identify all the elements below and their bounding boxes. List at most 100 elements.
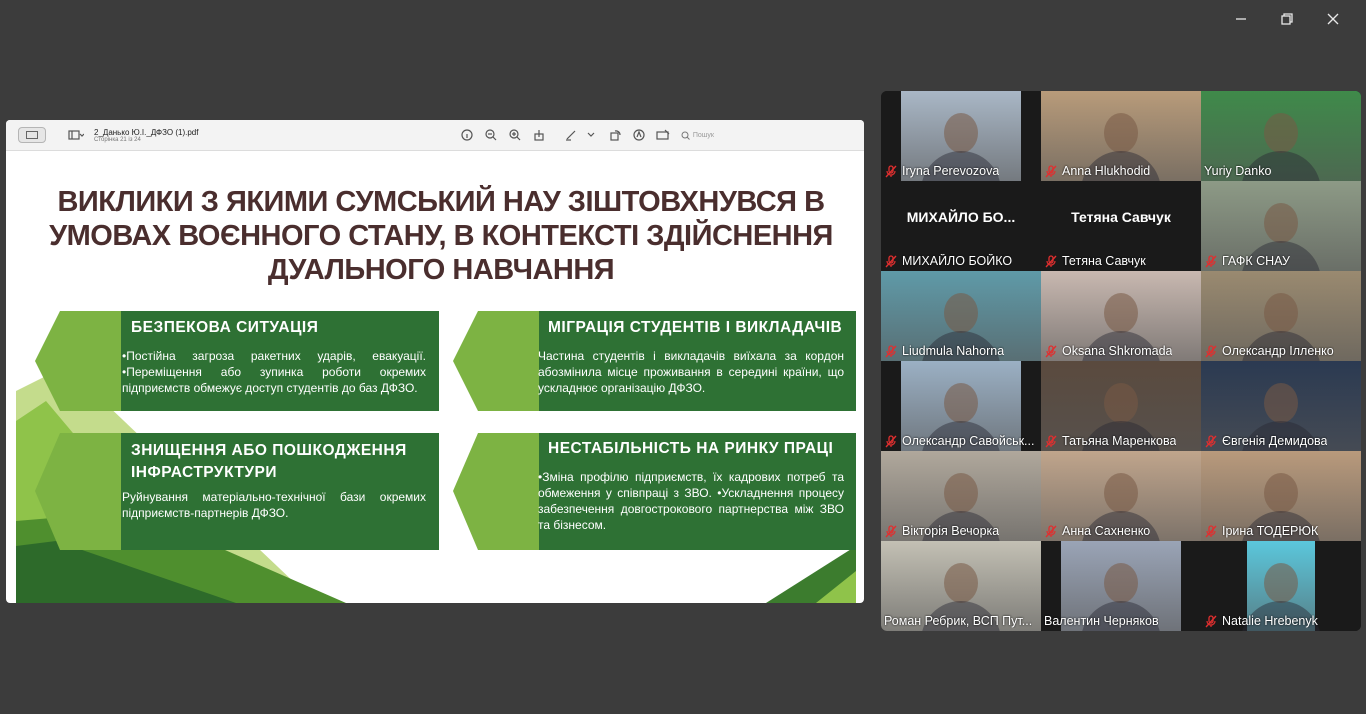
muted-mic-icon bbox=[1204, 614, 1218, 628]
participant-label: Роман Ребрик, ВСП Пут... bbox=[884, 613, 1038, 629]
markup-pen-icon[interactable] bbox=[561, 125, 581, 145]
challenge-card-text: Руйнування матеріально-технічної бази ок… bbox=[122, 490, 426, 520]
participant-label: Natalie Hrebenyk bbox=[1204, 613, 1358, 629]
participant-label: Oksana Shkromada bbox=[1044, 343, 1198, 359]
participant-tile[interactable]: ГАФК СНАУ bbox=[1201, 181, 1361, 271]
participant-tile[interactable]: Роман Ребрик, ВСП Пут... bbox=[881, 541, 1041, 631]
presentation-slide: ВИКЛИКИ З ЯКИМИ СУМСЬКИЙ НАУ ЗІШТОВХНУВС… bbox=[16, 151, 856, 603]
participant-name: Liudmula Nahorna bbox=[902, 344, 1005, 358]
participant-tile[interactable]: Ірина ТОДЕРЮК bbox=[1201, 451, 1361, 541]
participant-label: Iryna Perevozova bbox=[884, 163, 1038, 179]
participant-label: МИХАЙЛО БОЙКО bbox=[884, 253, 1038, 269]
search-field[interactable]: Пошук bbox=[681, 131, 714, 140]
participant-tile[interactable]: Anna Hlukhodid bbox=[1041, 91, 1201, 181]
participant-name: Iryna Perevozova bbox=[902, 164, 1000, 178]
close-button[interactable] bbox=[1310, 8, 1356, 30]
pdf-toolbar: 2_Данько Ю.І._ДФЗО (1).pdf Сторінка 21 і… bbox=[6, 120, 864, 151]
search-icon bbox=[681, 131, 690, 140]
participant-label: Анна Сахненко bbox=[1044, 523, 1198, 539]
participant-name: Роман Ребрик, ВСП Пут... bbox=[884, 614, 1033, 628]
participant-name: Анна Сахненко bbox=[1062, 524, 1151, 538]
person-silhouette bbox=[1104, 293, 1138, 333]
challenge-card-title: БЕЗПЕКОВА СИТУАЦІЯ bbox=[131, 319, 319, 336]
challenge-card-title: НЕСТАБІЛЬНІСТЬ НА РИНКУ ПРАЦІ bbox=[548, 440, 834, 457]
slide-title-line: ДУАЛЬНОГО НАВЧАННЯ bbox=[267, 254, 615, 286]
rotate-icon[interactable] bbox=[605, 125, 625, 145]
participant-tile[interactable]: Татьяна Маренкова bbox=[1041, 361, 1201, 451]
muted-mic-icon bbox=[1204, 524, 1218, 538]
participant-name: ГАФК СНАУ bbox=[1222, 254, 1290, 268]
slide-title-line: УМОВАХ ВОЄННОГО СТАНУ, В КОНТЕКСТІ ЗДІЙС… bbox=[49, 220, 833, 252]
participant-label: Валентин Черняков bbox=[1044, 613, 1198, 629]
minimize-button[interactable] bbox=[1218, 8, 1264, 30]
zoom-out-icon[interactable] bbox=[481, 125, 501, 145]
view-menu-icon[interactable] bbox=[66, 125, 86, 145]
participant-name: Олександр Ілленко bbox=[1222, 344, 1334, 358]
hexagon-icon bbox=[453, 433, 539, 550]
participant-name: Валентин Черняков bbox=[1044, 614, 1159, 628]
document-title: 2_Данько Ю.І._ДФЗО (1).pdf Сторінка 21 і… bbox=[86, 128, 198, 143]
zoom-in-icon[interactable] bbox=[505, 125, 525, 145]
participant-label: Тетяна Савчук bbox=[1044, 253, 1198, 269]
participant-tile[interactable]: Natalie Hrebenyk bbox=[1201, 541, 1361, 631]
sidebar-toggle-button[interactable] bbox=[18, 127, 46, 143]
participant-label: Yuriy Danko bbox=[1204, 163, 1358, 179]
participant-name: Natalie Hrebenyk bbox=[1222, 614, 1318, 628]
challenge-card-title: ЗНИЩЕННЯ АБО ПОШКОДЖЕННЯ ІНФРАСТРУКТУРИ bbox=[131, 442, 407, 481]
hexagon-icon bbox=[35, 433, 121, 550]
muted-mic-icon bbox=[1204, 254, 1218, 268]
annotate-icon[interactable] bbox=[629, 125, 649, 145]
participant-tile[interactable]: Валентин Черняков bbox=[1041, 541, 1201, 631]
participant-tile[interactable]: Oksana Shkromada bbox=[1041, 271, 1201, 361]
participant-tile[interactable]: Олександр Ілленко bbox=[1201, 271, 1361, 361]
person-silhouette bbox=[1264, 203, 1298, 243]
participant-label: Євгенія Демидова bbox=[1204, 433, 1358, 449]
participant-label: ГАФК СНАУ bbox=[1204, 253, 1358, 269]
participant-tile[interactable]: Олександр Савойськ... bbox=[881, 361, 1041, 451]
muted-mic-icon bbox=[1044, 524, 1058, 538]
muted-mic-icon bbox=[1044, 254, 1058, 268]
hexagon-icon bbox=[453, 311, 539, 411]
participant-label: Олександр Савойськ... bbox=[884, 433, 1038, 449]
participant-name: Yuriy Danko bbox=[1204, 164, 1272, 178]
person-silhouette bbox=[1264, 293, 1298, 333]
slide-title: ВИКЛИКИ З ЯКИМИ СУМСЬКИЙ НАУ ЗІШТОВХНУВС… bbox=[36, 185, 846, 287]
person-silhouette bbox=[944, 113, 978, 153]
participant-name: Oksana Shkromada bbox=[1062, 344, 1173, 358]
participant-display-name: Тетяна Савчук bbox=[1071, 209, 1171, 225]
participant-display-name: МИХАЙЛО БО... bbox=[906, 209, 1016, 225]
person-silhouette bbox=[1264, 113, 1298, 153]
muted-mic-icon bbox=[884, 254, 898, 268]
participant-name: МИХАЙЛО БОЙКО bbox=[902, 254, 1013, 268]
participant-tile[interactable]: Євгенія Демидова bbox=[1201, 361, 1361, 451]
restore-button[interactable] bbox=[1264, 8, 1310, 30]
slide-title-line: ВИКЛИКИ З ЯКИМИ СУМСЬКИЙ НАУ ЗІШТОВХНУВС… bbox=[57, 186, 825, 218]
participant-tile[interactable]: Yuriy Danko bbox=[1201, 91, 1361, 181]
form-icon[interactable] bbox=[653, 125, 673, 145]
participant-label: Татьяна Маренкова bbox=[1044, 433, 1198, 449]
close-icon bbox=[1327, 13, 1339, 25]
participant-gallery: Iryna Perevozova Anna Hlukhodid Yuriy Dank… bbox=[881, 91, 1361, 631]
muted-mic-icon bbox=[1044, 434, 1058, 448]
participant-tile[interactable]: МИХАЙЛО БО... МИХАЙЛО БОЙКО bbox=[881, 181, 1041, 271]
person-silhouette bbox=[1104, 383, 1138, 423]
share-icon[interactable] bbox=[529, 125, 549, 145]
shared-screen: 2_Данько Ю.І._ДФЗО (1).pdf Сторінка 21 і… bbox=[6, 120, 864, 603]
person-silhouette bbox=[944, 473, 978, 513]
participant-name: Anna Hlukhodid bbox=[1062, 164, 1151, 178]
pdf-filename: 2_Данько Ю.І._ДФЗО (1).pdf bbox=[94, 127, 199, 137]
chevron-down-icon[interactable] bbox=[581, 125, 601, 145]
muted-mic-icon bbox=[884, 524, 898, 538]
person-silhouette bbox=[1264, 383, 1298, 423]
participant-tile[interactable]: Вікторія Вечорка bbox=[881, 451, 1041, 541]
person-silhouette bbox=[1264, 473, 1298, 513]
info-icon[interactable] bbox=[457, 125, 477, 145]
participant-tile[interactable]: Liudmula Nahorna bbox=[881, 271, 1041, 361]
person-silhouette bbox=[1264, 563, 1298, 603]
participant-name: Вікторія Вечорка bbox=[902, 524, 1000, 538]
participant-tile[interactable]: Iryna Perevozova bbox=[881, 91, 1041, 181]
participant-tile[interactable]: Тетяна Савчук Тетяна Савчук bbox=[1041, 181, 1201, 271]
person-silhouette bbox=[1104, 563, 1138, 603]
participant-tile[interactable]: Анна Сахненко bbox=[1041, 451, 1201, 541]
participant-name: Татьяна Маренкова bbox=[1062, 434, 1177, 448]
